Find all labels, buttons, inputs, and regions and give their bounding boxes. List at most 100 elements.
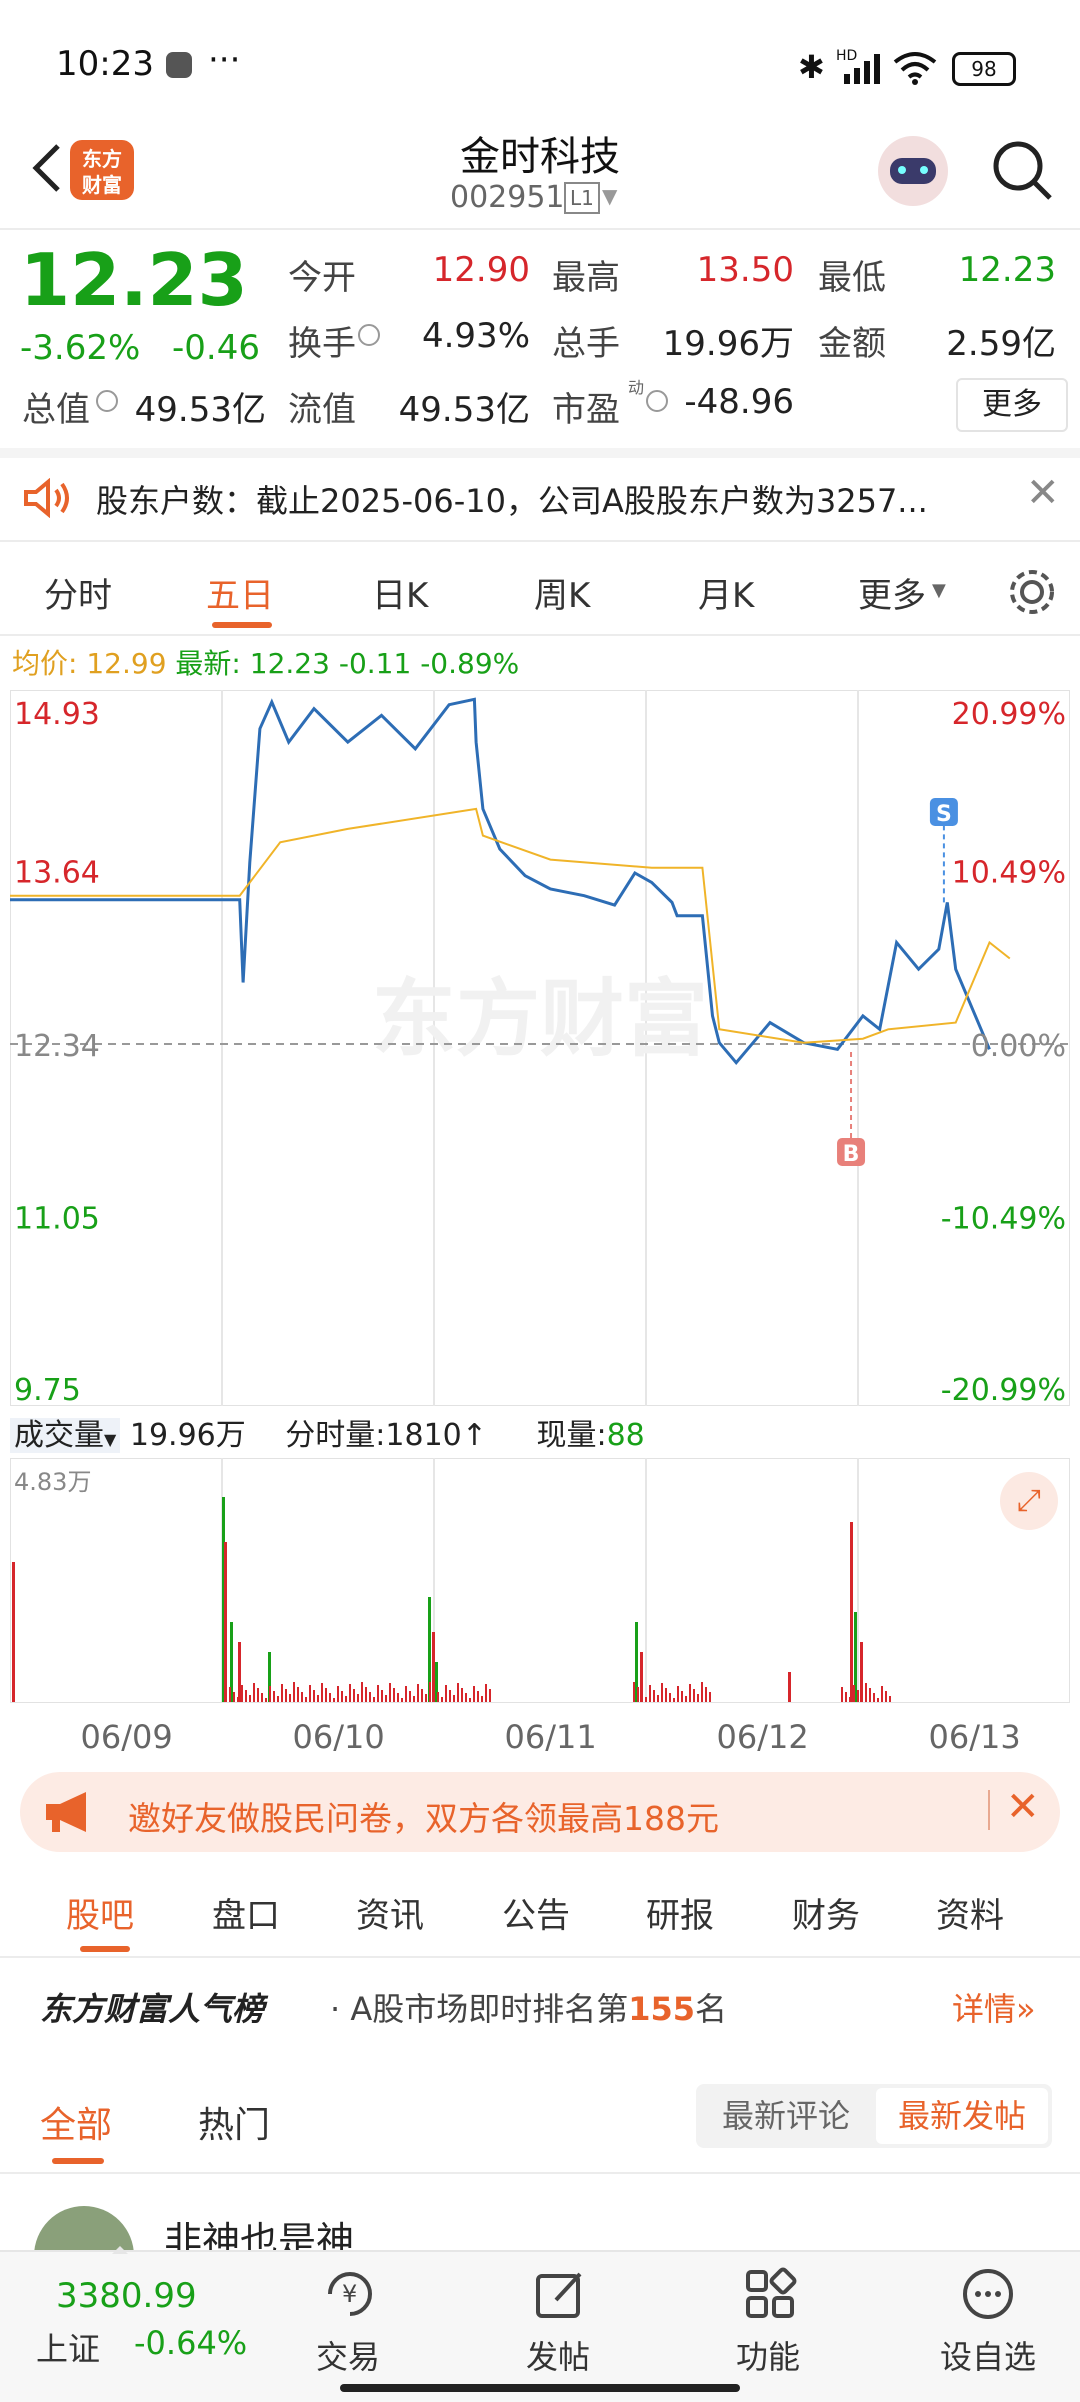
volume-bar <box>661 1683 663 1702</box>
turnover-label: 换手 <box>288 324 356 364</box>
index-name: 上证 <box>36 2330 101 2368</box>
brand-logo-line1: 东方 <box>82 147 122 171</box>
compose-icon <box>536 2272 582 2318</box>
section-divider <box>0 1956 1080 1958</box>
avg-value: 12.99 <box>86 647 167 680</box>
sort-latest-comment[interactable]: 最新评论 <box>696 2084 876 2148</box>
volume-bar <box>665 1688 667 1702</box>
notice-close-icon[interactable]: ✕ <box>1026 470 1060 516</box>
volume-bar <box>261 1693 263 1702</box>
nav-add-watchlist-label: 设自选 <box>939 2338 1036 2376</box>
x-axis: 06/09 06/10 06/11 06/12 06/13 <box>10 1710 1070 1760</box>
tab-daily-k[interactable]: 日K <box>372 568 428 617</box>
tab-profile[interactable]: 资料 <box>936 1888 1004 1937</box>
tab-five-day[interactable]: 五日 <box>206 568 274 617</box>
feed-tab-hot[interactable]: 热门 <box>198 2096 270 2148</box>
mktcap-info-icon[interactable] <box>96 390 118 412</box>
x-axis-label: 06/11 <box>504 1718 597 1756</box>
price-chart-svg: 东方财富 14.93 20.99% 13.64 10.49% 12.34 0.00% 11.0… <box>10 690 1070 1408</box>
pe-info-icon[interactable] <box>646 390 668 412</box>
bluetooth-icon: ✱ <box>798 48 825 86</box>
promo-banner[interactable]: 邀好友做股民问卷，双方各领最高188元 ✕ <box>20 1772 1060 1852</box>
tab-finance[interactable]: 财务 <box>792 1888 860 1937</box>
tab-monthly-k[interactable]: 月K <box>698 568 754 617</box>
tab-more[interactable]: 更多 <box>858 568 926 617</box>
promo-separator <box>988 1790 990 1830</box>
latest-label: 最新: <box>175 647 241 680</box>
buy-marker-label: B <box>843 1142 860 1167</box>
more-quote-button[interactable]: 更多 <box>956 378 1068 432</box>
volume-bar <box>449 1690 451 1702</box>
tab-weekly-k[interactable]: 周K <box>534 568 590 617</box>
volume-bar <box>849 1697 851 1702</box>
promo-close-icon[interactable]: ✕ <box>1006 1784 1040 1830</box>
volume-bar <box>433 1687 435 1702</box>
volume-bar <box>341 1691 343 1702</box>
expand-chart-icon[interactable]: ⤢ <box>1000 1472 1058 1530</box>
pct-axis-label: 10.49% <box>952 855 1066 890</box>
index-pointer <box>112 2246 128 2254</box>
sell-marker-label: S <box>936 802 952 827</box>
stock-switch-caret-icon[interactable]: ▼ <box>602 184 617 208</box>
volume-bar <box>477 1691 479 1702</box>
volume-bar <box>457 1683 459 1702</box>
tab-intraday[interactable]: 分时 <box>44 568 112 617</box>
volume-bar <box>881 1686 883 1702</box>
rank-suffix: 名 <box>695 1990 728 2028</box>
section-tabs: 股吧 盘口 资讯 公告 研报 财务 资料 <box>0 1866 1080 1956</box>
home-indicator <box>340 2384 740 2392</box>
change-percent: -3.62% <box>20 328 141 368</box>
tab-news[interactable]: 资讯 <box>356 1888 424 1937</box>
volume-bar <box>697 1694 699 1702</box>
volume-bar <box>269 1686 271 1702</box>
nav-post[interactable]: 发帖 <box>498 2266 618 2386</box>
volume-bar <box>297 1687 299 1702</box>
cell-signal-icon <box>844 54 880 84</box>
x-axis-label: 06/10 <box>292 1718 385 1756</box>
volume-value: 19.96万 <box>662 324 794 364</box>
tab-announcements[interactable]: 公告 <box>502 1888 570 1937</box>
volume-chart[interactable]: 4.83万 ⤢ <box>10 1458 1070 1722</box>
brand-logo[interactable]: 东方 财富 <box>70 140 134 200</box>
volume-bar <box>249 1695 251 1702</box>
robot-assistant-icon[interactable] <box>878 136 948 206</box>
turnover-info-icon[interactable] <box>358 324 380 346</box>
volume-bar <box>850 1522 853 1702</box>
mktcap-value: 49.53亿 <box>134 390 266 430</box>
volume-indicator-select[interactable]: 成交量▼ <box>10 1418 121 1453</box>
nav-functions[interactable]: 功能 <box>708 2266 828 2386</box>
volume-bar <box>277 1696 279 1702</box>
float-value: 49.53亿 <box>398 390 530 430</box>
volume-bar <box>709 1692 711 1702</box>
tab-pankou[interactable]: 盘口 <box>212 1888 280 1937</box>
x-axis-label: 06/13 <box>928 1718 1021 1756</box>
search-icon[interactable] <box>988 136 1058 206</box>
nav-add-watchlist[interactable]: 设自选 <box>918 2266 1058 2386</box>
nav-trade[interactable]: ¥ 交易 <box>288 2266 408 2386</box>
volume-bar <box>285 1689 287 1702</box>
volume-bar <box>241 1685 243 1702</box>
cur-vol-value: 88 <box>606 1418 645 1453</box>
latest-value: 12.23 <box>249 647 330 680</box>
volume-bar <box>869 1688 871 1702</box>
volume-bar <box>689 1684 691 1702</box>
grid-icon <box>746 2267 797 2318</box>
index-ticker[interactable]: 3380.99 上证 -0.64% <box>0 2262 250 2382</box>
volume-frame <box>10 1458 1070 1703</box>
tab-research[interactable]: 研报 <box>646 1888 714 1937</box>
volume-bar <box>645 1697 647 1702</box>
volume-bar <box>381 1690 383 1702</box>
sort-latest-post[interactable]: 最新发帖 <box>876 2088 1048 2144</box>
tab-guba[interactable]: 股吧 <box>66 1888 134 1937</box>
volume-bar <box>365 1687 367 1702</box>
volume-bar <box>325 1688 327 1702</box>
price-chart[interactable]: 东方财富 14.93 20.99% 13.64 10.49% 12.34 0.00% 11.0… <box>10 690 1070 1408</box>
popularity-rank[interactable]: 东方财富人气榜 · A股市场即时排名第155名 详情» <box>0 1966 1080 2046</box>
chart-settings-gear-icon[interactable] <box>1004 564 1060 620</box>
feed-tab-all[interactable]: 全部 <box>40 2096 112 2148</box>
notice-bar[interactable]: 股东户数：截止2025-06-10，公司A股股东户数为3257... ✕ <box>0 458 1080 538</box>
avg-label: 均价: <box>12 647 78 680</box>
volume-bar <box>425 1694 427 1702</box>
high-label: 最高 <box>552 258 620 298</box>
rank-detail-link[interactable]: 详情» <box>952 1984 1036 2030</box>
